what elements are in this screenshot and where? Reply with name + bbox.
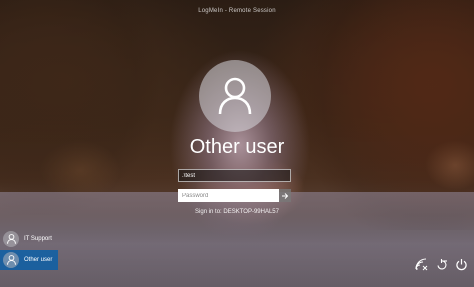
background-sea bbox=[0, 192, 474, 287]
password-field[interactable] bbox=[178, 189, 279, 202]
username-heading: Other user bbox=[189, 136, 285, 158]
submit-button[interactable] bbox=[279, 189, 291, 202]
user-item-label: IT Support bbox=[24, 236, 52, 242]
username-field[interactable] bbox=[178, 169, 291, 182]
user-icon bbox=[218, 77, 252, 115]
user-icon bbox=[6, 255, 16, 265]
arrow-right-icon bbox=[282, 192, 289, 199]
sign-in-target: Sign in to: DESKTOP-99HAL57 bbox=[195, 209, 279, 215]
user-list: IT Support Other user bbox=[0, 229, 60, 271]
ease-of-access-icon bbox=[437, 259, 447, 270]
network-button[interactable] bbox=[415, 258, 428, 271]
user-item-label: Other user bbox=[24, 257, 53, 263]
lock-screen: LogMeIn - Remote Session Other user Sign… bbox=[0, 0, 474, 287]
system-tray bbox=[415, 258, 468, 271]
network-icon bbox=[415, 258, 428, 271]
power-icon bbox=[456, 259, 467, 271]
avatar bbox=[3, 252, 19, 268]
power-button[interactable] bbox=[455, 258, 468, 271]
user-icon bbox=[6, 234, 16, 244]
user-item-it-support[interactable]: IT Support bbox=[0, 229, 58, 249]
user-avatar bbox=[199, 60, 271, 132]
window-title: LogMeIn - Remote Session bbox=[198, 8, 276, 14]
user-item-other-user[interactable]: Other user bbox=[0, 250, 58, 270]
avatar bbox=[3, 231, 19, 247]
background-cave-left bbox=[0, 0, 165, 215]
ease-of-access-button[interactable] bbox=[435, 258, 448, 271]
